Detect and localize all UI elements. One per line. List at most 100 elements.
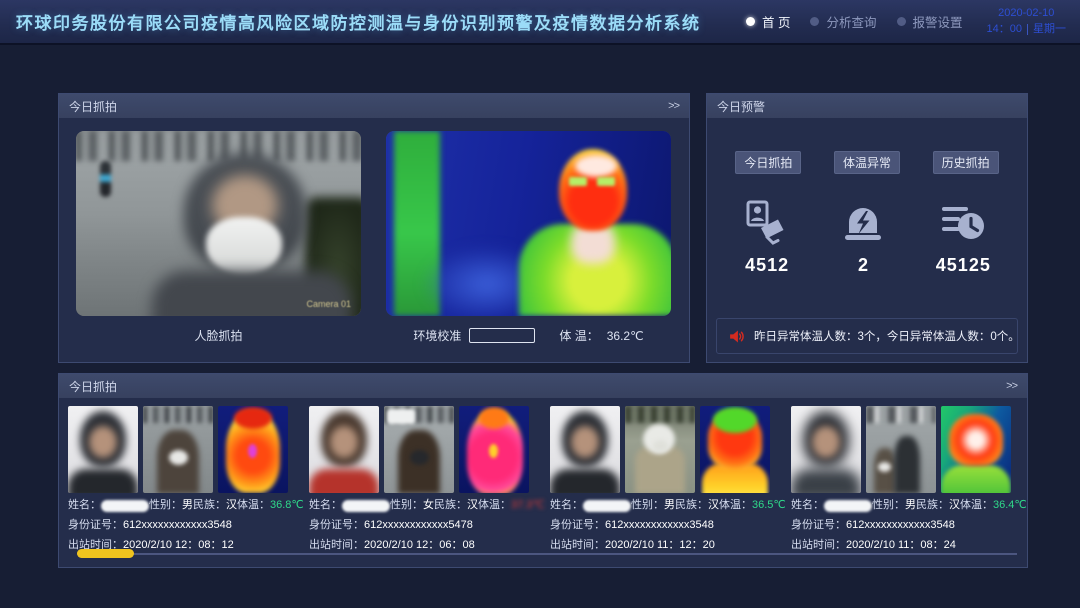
nav-item-analysis-query[interactable]: 分析查询: [810, 12, 876, 31]
temp-label: 体温：: [478, 498, 511, 513]
alarm-icon: [839, 197, 887, 247]
id-photo-thumbnail[interactable]: [68, 406, 138, 493]
warning-buttons: 今日抓拍 体温异常 历史抓拍: [707, 151, 1027, 174]
record-info-line: 身份证号：612xxxxxxxxxxxx3548: [791, 518, 1019, 533]
art-layer: [234, 407, 272, 429]
id-photo-thumbnail[interactable]: [791, 406, 861, 493]
gender-label: 性别：: [390, 498, 423, 513]
ethnic-value: 汉: [226, 498, 237, 513]
history-records-icon: [936, 197, 991, 247]
capture-panel-expand-icon[interactable]: >>: [668, 100, 679, 112]
id-number-label: 身份证号：: [550, 518, 605, 533]
art-layer: [949, 414, 1003, 466]
record-info-line: 身份证号：612xxxxxxxxxxxx3548: [68, 518, 296, 533]
warning-panel-header: 今日预警: [707, 94, 1027, 118]
ethnic-value: 汉: [949, 498, 960, 513]
id-photo-thumbnail[interactable]: [550, 406, 620, 493]
capture-record-1: 姓名： 性别：男 民族：汉 体温：36.8℃ 身份证号：612xxxxxxxxx…: [68, 406, 296, 553]
name-label: 姓名：: [550, 498, 583, 513]
art-layer: [479, 407, 509, 429]
temp-label: 体温：: [237, 498, 270, 513]
art-layer: [812, 426, 840, 458]
nav-alarm-label: 报警设置: [913, 12, 963, 31]
capture-record-4: 姓名： 性别：男 民族：汉 体温：36.4℃ 身份证号：612xxxxxxxxx…: [791, 406, 1019, 553]
temp-abnormal-count: 2: [839, 255, 887, 276]
name-value-redacted: [824, 500, 872, 512]
nav-home-dot-icon: [746, 17, 755, 26]
temp-abnormal-button[interactable]: 体温异常: [834, 151, 900, 174]
temp-label: 体温：: [960, 498, 993, 513]
body-temp-value: 36.2℃: [607, 329, 644, 343]
nav-item-home[interactable]: 首 页: [746, 12, 790, 31]
env-calibration-input[interactable]: [469, 328, 535, 343]
ethnic-label: 民族：: [916, 498, 949, 513]
ethnic-label: 民族：: [675, 498, 708, 513]
scrollbar-track[interactable]: [77, 553, 1017, 555]
warning-stats: 4512 2 45125: [707, 197, 1027, 276]
scene-capture-thumbnail[interactable]: [625, 406, 695, 493]
record-info-line: 姓名： 性别：男 民族：汉 体温：36.8℃: [68, 498, 296, 513]
art-layer: [248, 444, 257, 458]
art-layer: [489, 444, 498, 458]
art-layer: [68, 469, 138, 493]
records-panel-expand-icon[interactable]: >>: [1006, 380, 1017, 392]
art-layer: [387, 409, 415, 424]
thermal-art-layer: [597, 177, 615, 186]
art-layer: [878, 462, 891, 472]
capture-panel-title: 今日抓拍: [69, 98, 117, 115]
capture-captions: 人脸抓拍 环境校准 体 温：36.2℃: [59, 316, 689, 344]
app-title: 环球印务股份有限公司疫情高风险区域防控测温与身份识别预警及疫情数据分析系统: [16, 9, 701, 34]
temp-label: 体温：: [719, 498, 752, 513]
body-temp-label: 体 温：: [559, 327, 598, 344]
scene-capture-thumbnail[interactable]: [866, 406, 936, 493]
nav-analysis-label: 分析查询: [826, 12, 876, 31]
name-label: 姓名：: [68, 498, 101, 513]
temp-value: 36.8℃: [270, 498, 304, 513]
ethnic-value: 汉: [708, 498, 719, 513]
gender-label: 性别：: [872, 498, 905, 513]
thermal-art-layer: [575, 155, 617, 177]
record-thumbnails: [309, 406, 537, 493]
id-photo-thumbnail[interactable]: [309, 406, 379, 493]
top-row: 今日抓拍 >> Camera 01: [58, 93, 1028, 363]
top-header: 环球印务股份有限公司疫情高风险区域防控测温与身份识别预警及疫情数据分析系统 首 …: [0, 0, 1080, 45]
top-nav: 首 页 分析查询 报警设置 2020-02-10 14：00 星期一: [746, 6, 1066, 37]
thermal-thumbnail[interactable]: [941, 406, 1011, 493]
art-layer: [941, 465, 1011, 493]
today-capture-button[interactable]: 今日抓拍: [735, 151, 801, 174]
records-scrollbar[interactable]: [77, 549, 1017, 558]
art-layer: [89, 426, 117, 458]
nav-home-label: 首 页: [762, 12, 790, 31]
record-info-line: 身份证号：612xxxxxxxxxxxx3548: [550, 518, 778, 533]
date-text: 2020-02-10: [987, 6, 1066, 21]
temp-value: 37.3℃: [511, 498, 545, 513]
gender-label: 性别：: [149, 498, 182, 513]
record-info-line: 身份证号：612xxxxxxxxxxxx5478: [309, 518, 537, 533]
today-capture-stat: 4512: [743, 197, 791, 276]
capture-panel-header: 今日抓拍 >>: [59, 94, 689, 118]
capture-record-3: 姓名： 性别：男 民族：汉 体温：36.5℃ 身份证号：612xxxxxxxxx…: [550, 406, 778, 553]
capture-body: Camera 01: [59, 118, 689, 316]
art-layer: [653, 440, 668, 452]
scene-capture-thumbnail[interactable]: [143, 406, 213, 493]
history-capture-button[interactable]: 历史抓拍: [933, 151, 999, 174]
art-layer: [309, 469, 379, 493]
art-layer: [169, 450, 188, 465]
scene-art-layer: [206, 217, 282, 275]
nav-analysis-dot-icon: [810, 17, 819, 26]
id-number-value: 612xxxxxxxxxxxx3548: [123, 518, 232, 533]
thermal-thumbnail[interactable]: [218, 406, 288, 493]
nav-item-alarm-settings[interactable]: 报警设置: [897, 12, 963, 31]
id-number-value: 612xxxxxxxxxxxx3548: [846, 518, 955, 533]
thermal-thumbnail[interactable]: [459, 406, 529, 493]
datetime-divider: [1027, 24, 1028, 35]
history-capture-count: 45125: [936, 255, 991, 276]
ethnic-label: 民族：: [434, 498, 467, 513]
thermal-thumbnail[interactable]: [700, 406, 770, 493]
scrollbar-thumb[interactable]: [77, 549, 134, 558]
scene-art-layer: [152, 271, 352, 316]
record-info-line: 姓名： 性别：女 民族：汉 体温：37.3℃: [309, 498, 537, 513]
thermal-art-layer: [569, 177, 587, 186]
thermal-capture-image: [386, 131, 671, 316]
scene-capture-thumbnail[interactable]: [384, 406, 454, 493]
